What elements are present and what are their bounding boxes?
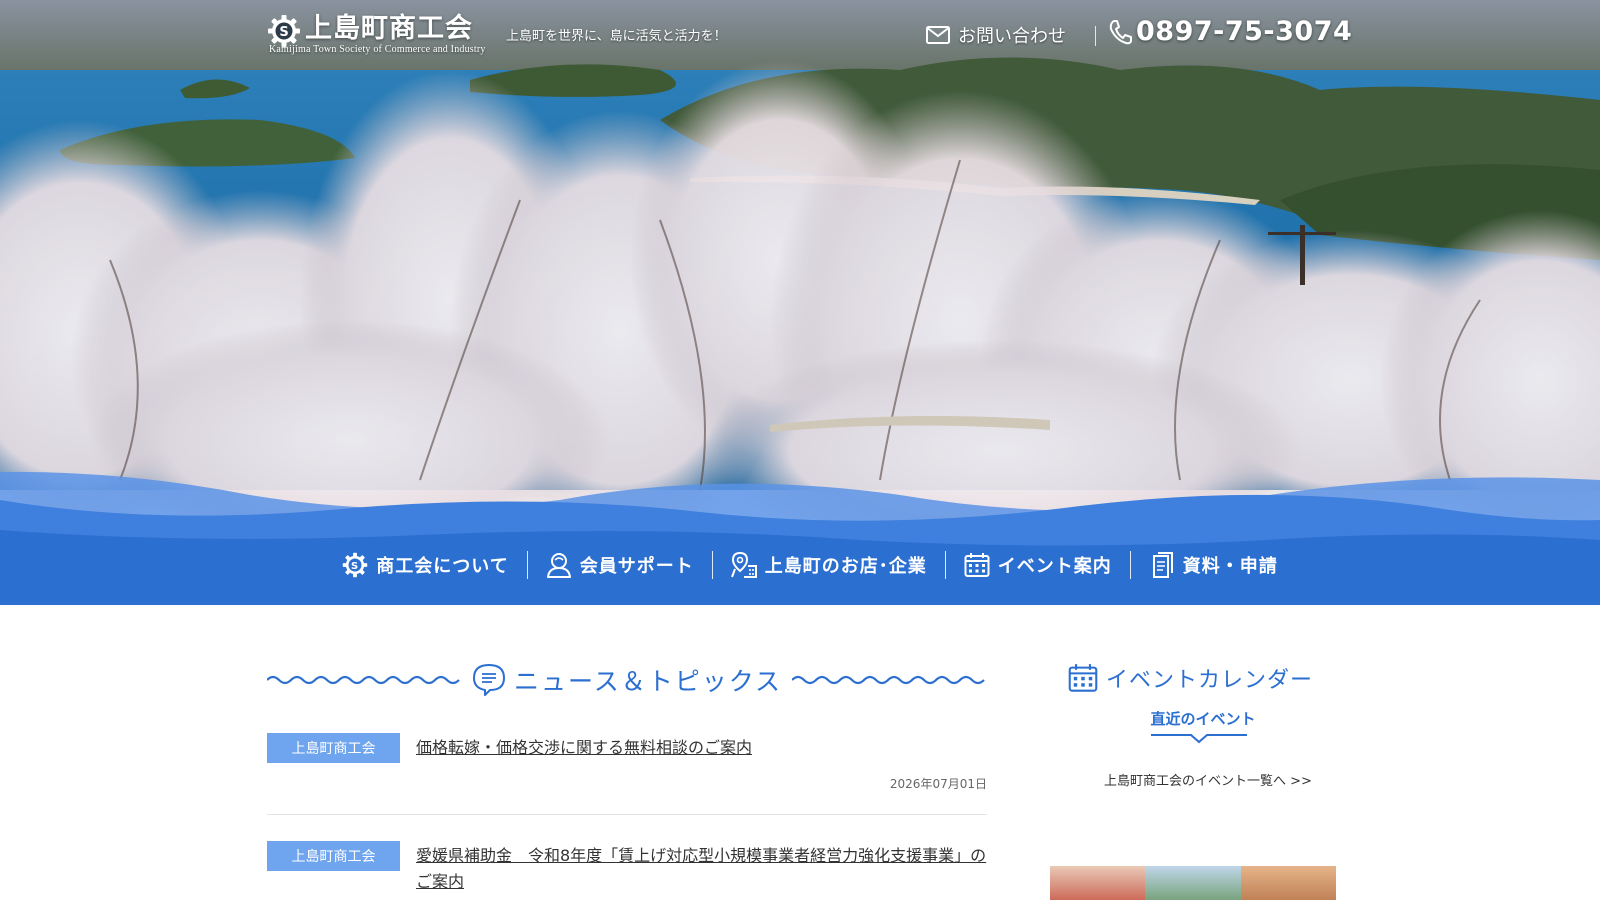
phone-icon xyxy=(1109,19,1132,44)
event-calendar-sidebar: イベントカレンダー 直近のイベント 上島町商工会のイベント一覧へ >> xyxy=(1050,660,1336,900)
svg-text:S: S xyxy=(351,561,359,572)
header-divider xyxy=(1095,26,1096,46)
wave-decoration xyxy=(267,675,460,685)
calendar-heading: イベントカレンダー xyxy=(1050,660,1336,696)
site-tagline: 上島町を世界に、島に活気と活力を！ xyxy=(506,29,727,44)
news-heading: ニュース＆トピックス xyxy=(267,660,987,700)
news-category-badge[interactable]: 上島町商工会 xyxy=(267,733,400,763)
side-banner-image[interactable] xyxy=(1050,866,1336,900)
phone-number[interactable]: 0897-75-3074 xyxy=(1108,16,1352,47)
news-title-link[interactable]: 愛媛県補助金 令和8年度「賃上げ対応型小規模事業者経営力強化支援事業」のご案内 xyxy=(416,843,987,895)
news-item: 上島町商工会 価格転嫁・価格交渉に関する無料相談のご案内 2026年07月01日 xyxy=(267,700,987,815)
logo-mark-icon: S xyxy=(343,552,368,578)
nav-item-label: 商工会について xyxy=(376,556,509,577)
hero-banner: S 上島町商工会 Kamijima Town Society of Commer… xyxy=(0,0,1600,605)
nav-item-label: イベント案内 xyxy=(997,556,1112,577)
chevron-down-underline-icon xyxy=(1151,734,1247,744)
news-date: 2026年07月01日 xyxy=(889,777,987,791)
chat-bubble-icon xyxy=(472,664,505,696)
news-category-badge[interactable]: 上島町商工会 xyxy=(267,841,400,871)
calendar-icon xyxy=(1068,664,1098,692)
mail-icon xyxy=(926,26,950,44)
person-icon xyxy=(546,553,571,578)
site-logo[interactable]: S 上島町商工会 Kamijima Town Society of Commer… xyxy=(267,12,486,55)
calendar-heading-text: イベントカレンダー xyxy=(1106,668,1314,693)
nav-item-label: 会員サポート xyxy=(579,556,694,577)
event-list-link[interactable]: 上島町商工会のイベント一覧へ >> xyxy=(1104,770,1336,789)
recent-events-label: 直近のイベント xyxy=(1150,710,1256,728)
global-nav: S 商工会について 会員サポート 上島町のお店･企業 イベント案内 資料・申請 xyxy=(0,540,1600,605)
nav-item-label: 資料・申請 xyxy=(1182,556,1278,577)
news-section: ニュース＆トピックス 上島町商工会 価格転嫁・価格交渉に関する無料相談のご案内 … xyxy=(267,660,987,895)
nav-item-shops[interactable]: 上島町のお店･企業 xyxy=(713,550,945,580)
contact-label: お問い合わせ xyxy=(958,26,1066,47)
hero-photo-cherry-blossoms xyxy=(0,0,1600,605)
calendar-icon xyxy=(964,553,990,577)
news-heading-text: ニュース＆トピックス xyxy=(513,667,782,696)
svg-text:S: S xyxy=(279,25,288,40)
banner-photo-shop xyxy=(1240,866,1336,900)
news-title-link[interactable]: 価格転嫁・価格交渉に関する無料相談のご案内 xyxy=(416,735,752,761)
nav-item-events[interactable]: イベント案内 xyxy=(946,550,1130,580)
phone-text: 0897-75-3074 xyxy=(1136,16,1353,47)
nav-item-about[interactable]: S 商工会について xyxy=(324,550,526,580)
nav-item-member-support[interactable]: 会員サポート xyxy=(528,550,712,580)
banner-photo-person xyxy=(1050,866,1146,900)
document-icon xyxy=(1152,552,1173,578)
site-title-english: Kamijima Town Society of Commerce and In… xyxy=(269,44,486,55)
wave-decoration xyxy=(791,675,985,685)
logo-mark-icon: S xyxy=(268,15,300,47)
site-title: 上島町商工会 xyxy=(305,13,473,44)
nav-item-documents[interactable]: 資料・申請 xyxy=(1131,550,1296,580)
banner-photo-island xyxy=(1145,866,1241,900)
news-item: 上島町商工会 愛媛県補助金 令和8年度「賃上げ対応型小規模事業者経営力強化支援事… xyxy=(267,815,987,895)
map-pin-icon xyxy=(730,552,757,578)
nav-item-label: 上島町のお店･企業 xyxy=(764,556,927,577)
contact-link[interactable]: お問い合わせ xyxy=(926,22,1066,48)
